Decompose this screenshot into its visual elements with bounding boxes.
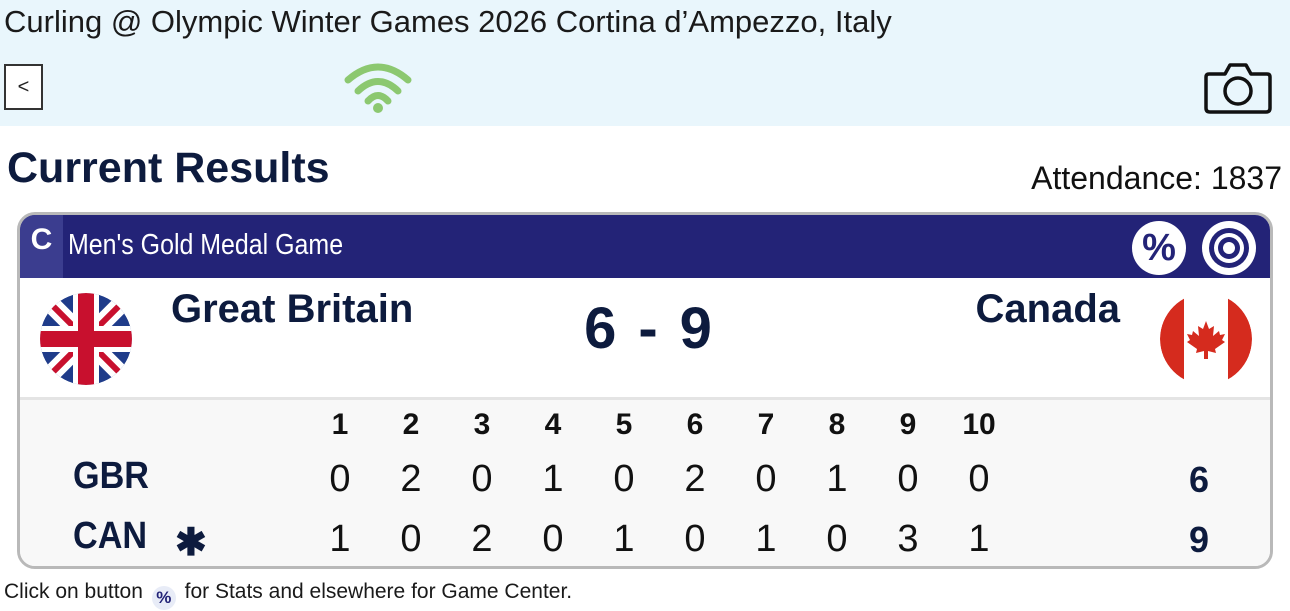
end-score: 0 [968,458,990,500]
score-left: 6 [584,296,617,361]
end-score: 0 [542,518,564,560]
end-header: 7 [757,408,775,441]
score-right: 9 [679,296,712,361]
app-title: Curling @ Olympic Winter Games 2026 Cort… [4,4,892,39]
end-header: 9 [899,408,917,441]
end-header: 5 [615,408,633,441]
attendance-label: Attendance: 1837 [1031,160,1282,196]
end-header: 8 [828,408,846,441]
end-score: 1 [968,518,990,560]
end-score: 0 [684,518,706,560]
end-score: 3 [897,518,919,560]
end-score: 0 [471,458,493,500]
footer-text-before: Click on button [4,580,143,603]
game-card[interactable]: C Men's Gold Medal Game % Great Britain … [17,212,1273,569]
top-bar: Curling @ Olympic Winter Games 2026 Cort… [0,0,1290,126]
linescore-table: 1 2 3 4 5 6 7 8 9 10 GBR 0 2 0 1 0 2 0 1… [20,400,1270,566]
page-title: Current Results [7,144,330,192]
end-score: 0 [613,458,635,500]
end-score: 2 [684,458,706,500]
back-button[interactable]: < [4,64,43,110]
end-score: 0 [400,518,422,560]
footer-note: Click on button % for Stats and elsewher… [4,580,572,610]
score-separator: - [638,296,658,361]
end-score: 2 [471,518,493,560]
row-team-abbr: GBR [73,455,150,497]
game-score: 6-9 [20,295,1270,362]
end-header: 3 [473,408,491,441]
end-score: 0 [897,458,919,500]
end-score: 0 [826,518,848,560]
end-header: 1 [331,408,349,441]
end-score: 1 [329,518,351,560]
end-score: 1 [542,458,564,500]
game-name: Men's Gold Medal Game [68,229,344,261]
end-score: 1 [755,518,777,560]
game-status-badge: C [20,215,63,278]
hammer-icon: ✱ [175,522,207,564]
stats-button[interactable]: % [1132,221,1186,275]
row-team-abbr: CAN [73,515,148,557]
camera-icon[interactable] [1203,58,1273,116]
footer-text-after: for Stats and elsewhere for Game Center. [184,580,573,603]
target-icon[interactable] [1202,221,1256,275]
end-score: 0 [329,458,351,500]
end-header: 6 [686,408,704,441]
end-header: 2 [402,408,420,441]
row-total: 6 [1188,459,1210,500]
end-score: 1 [826,458,848,500]
game-header: C Men's Gold Medal Game % [20,215,1270,278]
wifi-icon [344,63,412,113]
end-score: 2 [400,458,422,500]
row-total: 9 [1188,519,1210,560]
end-score: 1 [613,518,635,560]
end-header: 10 [962,408,996,441]
end-header: 4 [544,408,562,441]
percent-icon: % [151,586,176,610]
end-score: 0 [755,458,777,500]
